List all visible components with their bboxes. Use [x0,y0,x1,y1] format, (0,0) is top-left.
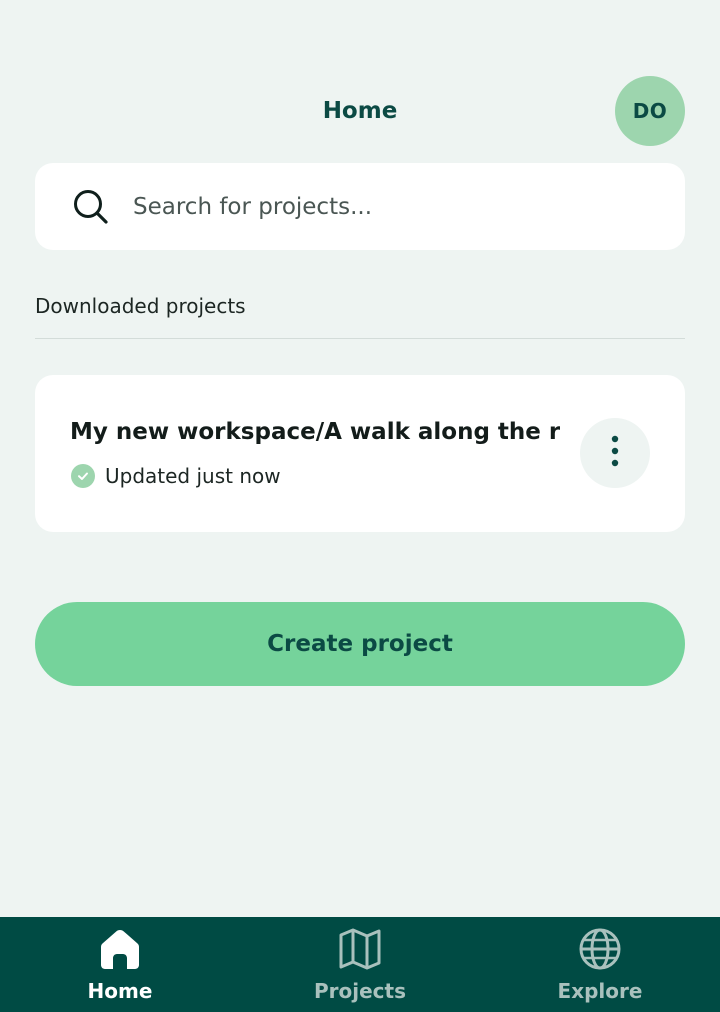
bottom-nav: Home Projects Explore [0,917,720,1012]
project-status-text: Updated just now [105,464,281,488]
nav-label-explore: Explore [557,979,643,1003]
home-icon [97,926,143,972]
nav-label-projects: Projects [313,979,406,1003]
project-status: Updated just now [71,463,281,489]
page-title: Home [322,98,398,124]
check-circle-icon [71,464,95,488]
nav-item-home[interactable]: Home [0,917,240,1012]
globe-icon [577,926,623,972]
search-bar[interactable] [35,163,685,250]
nav-item-explore[interactable]: Explore [480,917,720,1012]
nav-label-home: Home [87,979,153,1003]
search-icon [69,185,113,229]
map-icon [337,926,383,972]
divider [35,338,685,339]
section-heading-downloaded: Downloaded projects [35,294,246,318]
create-project-button[interactable]: Create project [35,602,685,686]
project-title: My new workspace/A walk along the riv... [70,419,560,445]
header: Home DO [0,76,720,146]
home-screen: Home DO Downloaded projects My new works… [0,0,720,1012]
avatar[interactable]: DO [615,76,685,146]
project-card[interactable]: My new workspace/A walk along the riv...… [35,375,685,532]
project-menu-button[interactable] [580,418,650,488]
more-vertical-icon [610,434,620,472]
search-input[interactable] [133,193,633,220]
nav-item-projects[interactable]: Projects [240,917,480,1012]
